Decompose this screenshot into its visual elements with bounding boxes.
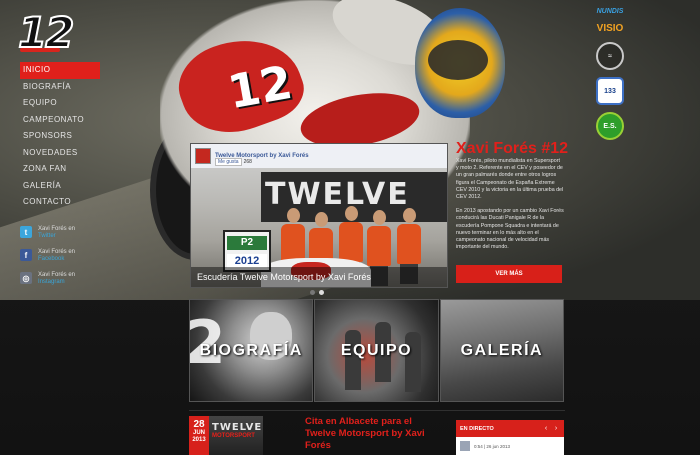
live-feed: EN DIRECTO ‹ › 0:54 | 26 jun 2013	[456, 420, 564, 455]
social-label: Xavi Forés en	[38, 226, 76, 232]
menu-item-novedades[interactable]: NOVEDADES	[20, 145, 100, 162]
social-instagram[interactable]: ◎ Xavi Forés en Instagram	[20, 272, 130, 295]
menu-item-sponsors[interactable]: SPONSORS	[20, 128, 100, 145]
like-button[interactable]: Me gusta	[215, 158, 242, 166]
tile-label: BIOGRAFÍA	[199, 342, 303, 359]
slide-dot[interactable]	[310, 290, 315, 295]
news-date-badge: 28 JUN 2013	[189, 416, 209, 455]
ver-mas-button[interactable]: VER MÁS	[456, 265, 562, 283]
site-logo[interactable]: 12	[17, 9, 80, 57]
page-avatar	[195, 148, 211, 164]
social-network[interactable]: Instagram	[38, 279, 75, 286]
sponsor-logos: NUNDIS VISIO ≈ 133 E.S.	[580, 8, 640, 147]
social-network[interactable]: Twitter	[38, 233, 75, 240]
facebook-like-box: Twelve Motorsport by Xavi Forés Me gusta…	[191, 144, 447, 168]
menu-item-galeria[interactable]: GALERÍA	[20, 178, 100, 195]
menu-item-inicio[interactable]: INICIO	[20, 62, 100, 79]
sponsor-logo-es[interactable]: E.S.	[596, 112, 624, 140]
rider-headline: Xavi Forés #12	[456, 140, 569, 157]
sponsor-visio[interactable]: VISIO	[580, 23, 640, 34]
social-network[interactable]: Facebook	[38, 256, 75, 263]
rider-bio: Xavi Forés, piloto mundialista en Supers…	[456, 158, 564, 258]
news-thumb-sub: MOTORSPORT	[212, 433, 255, 439]
news-month: JUN	[192, 430, 205, 436]
board-position: P2	[227, 236, 267, 250]
main-menu: INICIO BIOGRAFÍA EQUIPO CAMPEONATO SPONS…	[20, 62, 100, 211]
twitter-icon: t	[20, 226, 32, 238]
bio-paragraph: Xavi Forés, piloto mundialista en Supers…	[456, 158, 564, 201]
like-count: 268	[243, 159, 252, 165]
menu-item-zona-fan[interactable]: ZONA FAN	[20, 161, 100, 178]
news-title[interactable]: Cita en Albacete para el Twelve Motorspo…	[305, 416, 445, 452]
podium-board: P2 2012	[223, 230, 271, 272]
slide-dot-active[interactable]	[319, 290, 324, 295]
news-thumb-text: TWELVE	[212, 422, 263, 433]
tile-equipo[interactable]: EQUIPO	[314, 299, 439, 402]
sponsor-logo-133[interactable]: 133	[596, 77, 624, 105]
instagram-icon: ◎	[20, 272, 32, 284]
social-label: Xavi Forés en	[38, 249, 76, 255]
news-thumbnail[interactable]: TWELVE MOTORSPORT	[209, 416, 263, 455]
slide-pagination	[308, 290, 326, 295]
news-day: 28	[193, 419, 205, 430]
tile-biografia[interactable]: 2 BIOGRAFÍA	[189, 299, 314, 402]
news-year: 2013	[192, 437, 206, 443]
chevron-left-icon[interactable]: ‹	[542, 425, 550, 433]
photo-slideshow[interactable]: Twelve Motorsport by Xavi Forés Me gusta…	[190, 143, 448, 288]
chevron-right-icon[interactable]: ›	[552, 425, 560, 433]
social-links: t Xavi Forés en Twitter f Xavi Forés en …	[20, 226, 130, 295]
news-item[interactable]: 28 JUN 2013 TWELVE MOTORSPORT Cita en Al…	[189, 416, 445, 455]
menu-item-campeonato[interactable]: CAMPEONATO	[20, 112, 100, 129]
social-facebook[interactable]: f Xavi Forés en Facebook	[20, 249, 130, 272]
live-meta: 0:54 | 26 jun 2013	[474, 443, 510, 449]
sponsor-logo-wing[interactable]: ≈	[596, 42, 624, 70]
tile-galeria[interactable]: GALERÍA	[439, 299, 564, 402]
social-twitter[interactable]: t Xavi Forés en Twitter	[20, 226, 130, 249]
social-label: Xavi Forés en	[38, 272, 76, 278]
tile-label: GALERÍA	[460, 342, 544, 359]
board-year: 2012	[227, 254, 267, 268]
tile-label: EQUIPO	[340, 342, 413, 359]
slide-caption: Escudería Twelve Motorsport by Xavi Foré…	[191, 267, 447, 287]
live-title: EN DIRECTO	[460, 425, 494, 432]
sponsor-nundis[interactable]: NUNDIS	[580, 8, 640, 15]
bio-paragraph: En 2013 apostando por un cambio Xavi For…	[456, 208, 564, 251]
facebook-icon: f	[20, 249, 32, 261]
feature-tiles: 2 BIOGRAFÍA EQUIPO GALERÍA	[189, 299, 565, 402]
menu-item-equipo[interactable]: EQUIPO	[20, 95, 100, 112]
divider	[189, 410, 565, 411]
menu-item-biografia[interactable]: BIOGRAFÍA	[20, 79, 100, 96]
avatar	[460, 441, 470, 451]
bike-number: 12	[223, 54, 297, 120]
menu-item-contacto[interactable]: CONTACTO	[20, 194, 100, 211]
page: 12 12 INICIO BIOGRAFÍA EQUIPO CAMPEONATO…	[0, 0, 700, 455]
